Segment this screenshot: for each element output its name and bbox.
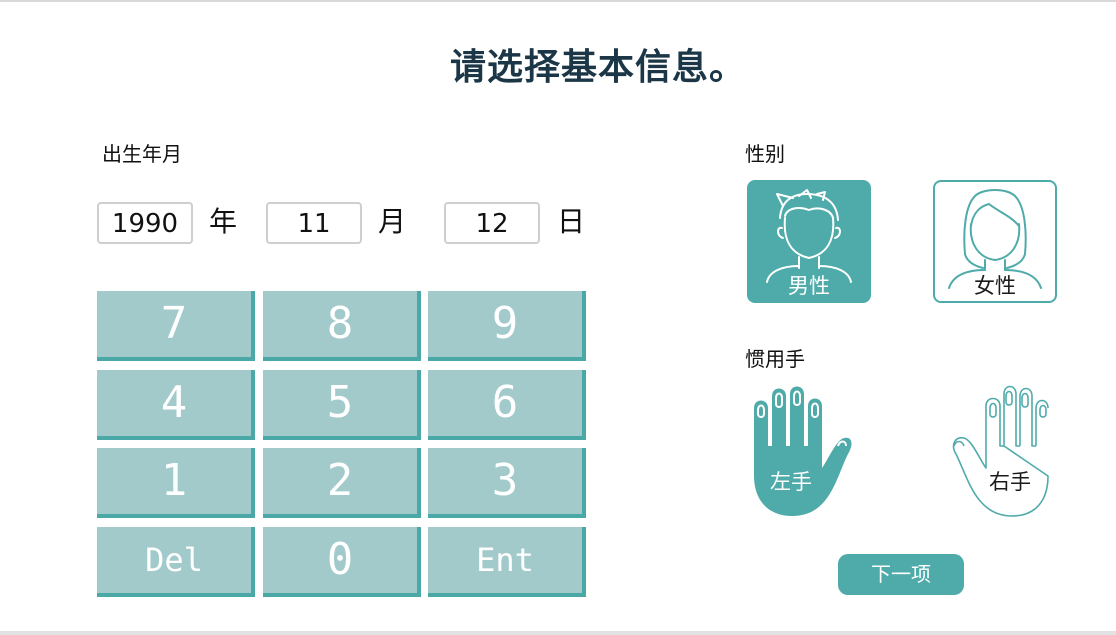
left-hand-icon [754, 386, 852, 516]
left-hand-label: 左手 [770, 470, 812, 494]
key-5[interactable]: 5 [263, 370, 421, 440]
day-field[interactable]: 12 [444, 202, 540, 244]
key-7[interactable]: 7 [97, 291, 255, 361]
year-field[interactable]: 1990 [97, 202, 193, 244]
top-border [0, 0, 1116, 2]
key-6[interactable]: 6 [428, 370, 586, 440]
key-9[interactable]: 9 [428, 291, 586, 361]
gender-label: 性别 [745, 142, 785, 166]
key-3[interactable]: 3 [428, 448, 586, 518]
day-unit-label: 日 [557, 205, 586, 238]
key-enter[interactable]: Ent [428, 527, 586, 597]
page-title: 请选择基本信息。 [449, 47, 746, 88]
right-hand-button[interactable]: 右手 [946, 384, 1076, 524]
key-delete[interactable]: Del [97, 527, 255, 597]
key-8[interactable]: 8 [263, 291, 421, 361]
year-unit-label: 年 [209, 205, 238, 238]
month-field[interactable]: 11 [266, 202, 362, 244]
bottom-border [0, 631, 1116, 635]
right-hand-label: 右手 [989, 470, 1031, 494]
gender-male-button[interactable]: 男性 [747, 180, 871, 303]
month-unit-label: 月 [378, 205, 407, 238]
gender-male-label: 男性 [788, 274, 830, 298]
handedness-label: 惯用手 [745, 347, 805, 371]
gender-female-label: 女性 [974, 274, 1016, 298]
key-4[interactable]: 4 [97, 370, 255, 440]
left-hand-button[interactable]: 左手 [748, 384, 878, 524]
birth-label: 出生年月 [102, 142, 182, 166]
gender-female-button[interactable]: 女性 [933, 180, 1057, 303]
key-1[interactable]: 1 [97, 448, 255, 518]
key-2[interactable]: 2 [263, 448, 421, 518]
key-0[interactable]: 0 [263, 527, 421, 597]
right-hand-icon [952, 385, 1049, 517]
next-button[interactable]: 下一项 [838, 554, 964, 595]
